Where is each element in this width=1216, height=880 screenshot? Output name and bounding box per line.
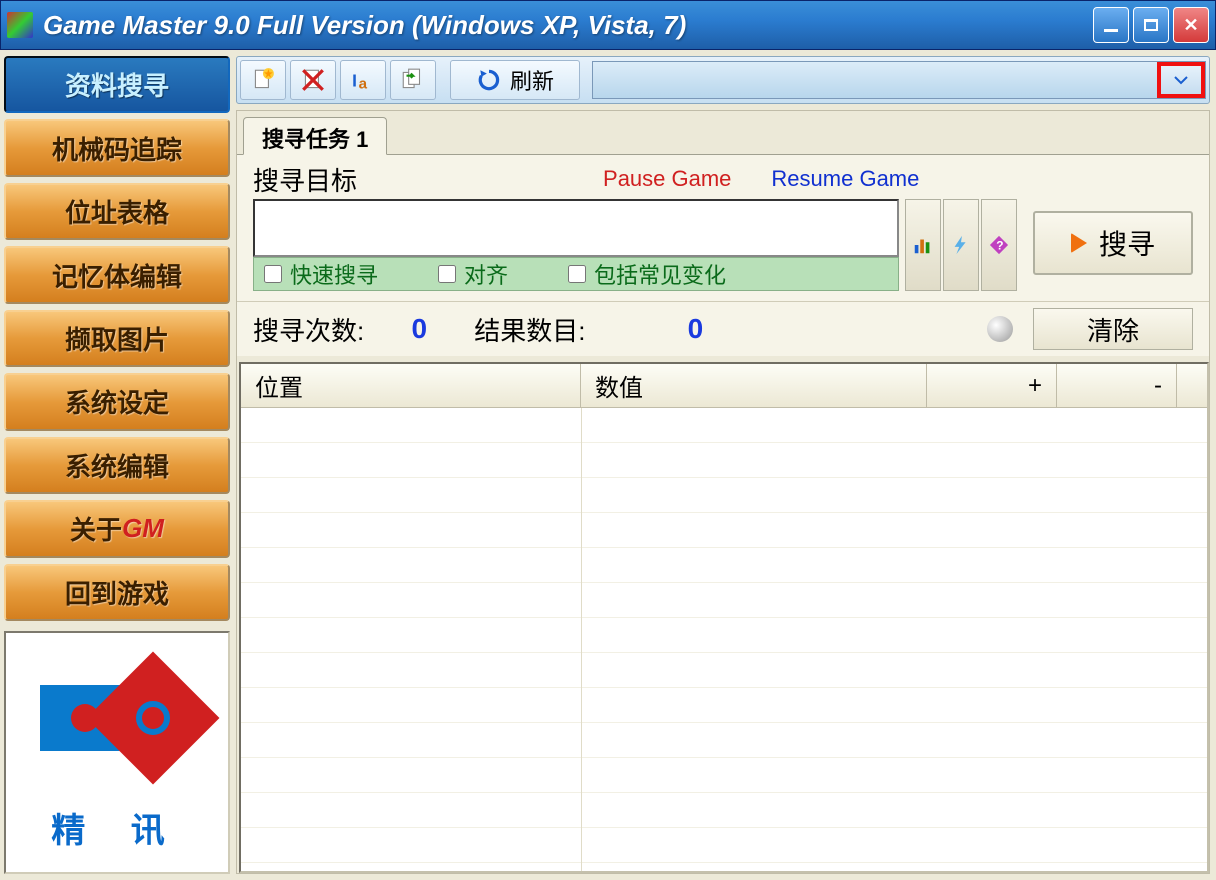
opt-quick-search[interactable]: 快速搜寻 — [264, 258, 378, 290]
grid-body[interactable] — [241, 408, 1207, 871]
sidebar-item-address-table[interactable]: 位址表格 — [4, 183, 230, 240]
dropdown-arrow-highlighted[interactable] — [1157, 62, 1205, 98]
sidebar-item-about[interactable]: 关于 GM — [4, 500, 230, 557]
result-count-value: 0 — [595, 313, 795, 345]
result-count-label: 结果数目: — [474, 311, 585, 348]
brand-logo-icon — [32, 653, 202, 783]
toolbar-rename-button[interactable]: Ia — [340, 60, 386, 100]
sidebar-item-system-edit[interactable]: 系统编辑 — [4, 437, 230, 494]
help-button[interactable]: ? — [981, 199, 1017, 291]
sidebar-item-return-game[interactable]: 回到游戏 — [4, 564, 230, 621]
sidebar-item-machine-code[interactable]: 机械码追踪 — [4, 119, 230, 176]
tab-search-task-1[interactable]: 搜寻任务 1 — [243, 117, 387, 155]
svg-text:?: ? — [996, 239, 1003, 253]
flash-button[interactable] — [943, 199, 979, 291]
refresh-label: 刷新 — [510, 64, 554, 96]
search-options-bar: 快速搜寻 对齐 包括常见变化 — [253, 257, 899, 291]
window-controls: ✕ — [1093, 7, 1209, 43]
search-button-label: 搜寻 — [1099, 223, 1155, 263]
col-value[interactable]: 数值 — [581, 364, 927, 407]
search-target-label: 搜寻目标 — [253, 161, 357, 198]
pause-game-link[interactable]: Pause Game — [603, 166, 731, 192]
col-minus[interactable]: - — [1057, 364, 1177, 407]
toolbar: Ia 刷新 — [236, 56, 1210, 104]
sidebar-item-search-data[interactable]: 资料搜寻 — [4, 56, 230, 113]
sidebar: 资料搜寻 机械码追踪 位址表格 记忆体编辑 撷取图片 系统设定 系统编辑 关于 … — [0, 50, 234, 880]
brand-logo-label: 精 讯 — [51, 803, 182, 852]
opt-include-variants[interactable]: 包括常见变化 — [568, 258, 726, 290]
close-button[interactable]: ✕ — [1173, 7, 1209, 43]
brand-logo-box: 精 讯 — [4, 631, 230, 874]
svg-text:a: a — [359, 76, 368, 93]
new-icon — [250, 67, 276, 93]
toolbar-copy-button[interactable] — [390, 60, 436, 100]
gm-logo-text: GM — [122, 513, 164, 544]
tab-row: 搜寻任务 1 — [237, 111, 1209, 155]
work-panel: 搜寻任务 1 搜寻目标 Pause Game Resume Game 快速搜寻 … — [236, 110, 1210, 874]
delete-icon — [300, 67, 326, 93]
count-row: 搜寻次数: 0 结果数目: 0 清除 — [237, 301, 1209, 356]
search-value-input[interactable] — [253, 199, 899, 257]
sidebar-item-screenshot[interactable]: 撷取图片 — [4, 310, 230, 367]
col-plus[interactable]: + — [927, 364, 1057, 407]
window-title: Game Master 9.0 Full Version (Windows XP… — [43, 10, 1093, 41]
status-indicator-icon — [987, 316, 1013, 342]
sidebar-item-memory-edit[interactable]: 记忆体编辑 — [4, 246, 230, 303]
app-icon — [7, 12, 33, 38]
lightning-icon — [950, 234, 972, 256]
minimize-button[interactable] — [1093, 7, 1129, 43]
search-count-label: 搜寻次数: — [253, 311, 364, 348]
search-button[interactable]: 搜寻 — [1033, 211, 1193, 275]
toolbar-new-button[interactable] — [240, 60, 286, 100]
content-area: Ia 刷新 搜寻任务 1 搜寻目标 Pause Ga — [234, 50, 1216, 880]
toolbar-delete-button[interactable] — [290, 60, 336, 100]
sidebar-item-system-settings[interactable]: 系统设定 — [4, 373, 230, 430]
play-icon — [1071, 233, 1087, 253]
refresh-icon — [476, 67, 502, 93]
svg-text:I: I — [352, 71, 357, 91]
help-diamond-icon: ? — [988, 234, 1010, 256]
search-count-value: 0 — [374, 313, 464, 345]
clear-button[interactable]: 清除 — [1033, 308, 1193, 350]
col-spacer — [1177, 364, 1207, 407]
col-location[interactable]: 位置 — [241, 364, 581, 407]
process-dropdown[interactable] — [592, 61, 1206, 99]
rename-icon: Ia — [350, 67, 376, 93]
copy-icon — [400, 67, 426, 93]
grid-header: 位置 数值 + - — [241, 364, 1207, 408]
resume-game-link[interactable]: Resume Game — [771, 166, 919, 192]
maximize-button[interactable] — [1133, 7, 1169, 43]
results-grid: 位置 数值 + - — [239, 362, 1209, 873]
opt-align[interactable]: 对齐 — [438, 258, 508, 290]
bars-icon — [912, 234, 934, 256]
search-area: 搜寻目标 Pause Game Resume Game 快速搜寻 对齐 包括常见… — [237, 155, 1209, 301]
toolbar-refresh-button[interactable]: 刷新 — [450, 60, 580, 100]
chevron-down-icon — [1173, 75, 1189, 85]
titlebar: Game Master 9.0 Full Version (Windows XP… — [0, 0, 1216, 50]
history-button[interactable] — [905, 199, 941, 291]
